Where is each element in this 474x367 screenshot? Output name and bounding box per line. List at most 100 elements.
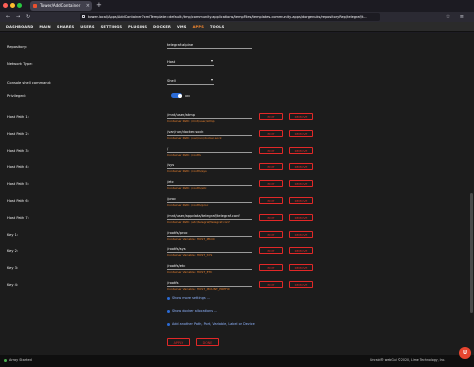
apply-button[interactable]: APPLY — [167, 338, 190, 346]
show-docker-text: Show docker allocations ... — [172, 309, 218, 313]
mapping-value-input[interactable]: /var/run/docker.sock — [167, 129, 252, 136]
nav-plugins[interactable]: PLUGINS — [128, 25, 147, 29]
mapping-label: Host Path 2: — [7, 131, 29, 136]
mapping-value-input[interactable]: /rootfs/sys — [167, 246, 252, 254]
remove-button[interactable]: REMOVE — [289, 264, 313, 272]
copyright-text: Unraid® webGui ©2020, Lime Technology, I… — [370, 358, 446, 362]
edit-button[interactable]: EDIT — [259, 146, 283, 154]
network-type-label: Network Type: — [7, 62, 33, 66]
unraid-logo-icon[interactable]: U — [459, 347, 471, 359]
close-window-icon[interactable] — [3, 3, 8, 8]
mapping-hint: Container Variable: HOST_ETC — [167, 270, 213, 275]
show-docker-allocations-link[interactable]: Show docker allocations ... — [167, 309, 217, 313]
chevron-down-icon — [211, 60, 213, 62]
minimize-window-icon[interactable] — [10, 3, 15, 8]
privileged-toggle[interactable] — [171, 93, 182, 98]
mapping-value-input[interactable]: /mnt/user/appdata/telegraf/telegraf.conf — [167, 213, 252, 220]
remove-button[interactable]: REMOVE — [289, 281, 313, 288]
address-bar[interactable]: tower.local/Apps/AddContainer?xmlTemplat… — [80, 13, 380, 21]
remove-button[interactable]: REMOVE — [289, 113, 313, 120]
edit-button[interactable]: EDIT — [259, 197, 283, 204]
scrollbar-thumb[interactable] — [470, 193, 473, 313]
edit-button[interactable]: EDIT — [259, 180, 283, 188]
maximize-window-icon[interactable] — [17, 3, 22, 8]
remove-button[interactable]: REMOVE — [289, 129, 313, 137]
edit-button[interactable]: EDIT — [259, 281, 283, 288]
show-more-text: Show more settings ... — [172, 296, 210, 300]
edit-button[interactable]: EDIT — [259, 264, 283, 272]
repository-input[interactable]: telegraf:alpine — [167, 42, 252, 49]
toggle-knob — [177, 93, 182, 98]
reload-icon[interactable]: ↻ — [26, 13, 30, 21]
mapping-value-input[interactable]: /rootfs — [167, 280, 252, 287]
edit-button[interactable]: EDIT — [259, 247, 283, 255]
mapping-label: Key 3: — [7, 266, 19, 271]
nav-settings[interactable]: SETTINGS — [101, 25, 123, 29]
browser-toolbar: ← → ↻ tower.local/Apps/AddContainer?xmlT… — [0, 12, 474, 22]
back-icon[interactable]: ← — [6, 13, 10, 21]
nav-apps[interactable]: APPS — [193, 25, 204, 29]
edit-button[interactable]: EDIT — [259, 213, 283, 221]
mapping-value-input[interactable]: /sys — [167, 162, 252, 170]
console-shell-value: Shell — [167, 79, 176, 83]
privileged-state: ON — [185, 94, 190, 98]
mapping-label: Key 1: — [7, 232, 19, 237]
network-type-select[interactable]: Host — [167, 59, 214, 66]
edit-button[interactable]: EDIT — [259, 230, 283, 238]
remove-button[interactable]: REMOVE — [289, 213, 313, 221]
nav-vms[interactable]: VMS — [177, 25, 187, 29]
mapping-label: Host Path 3: — [7, 148, 29, 153]
mapping-hint: Container Path: /rootfs/proc — [167, 203, 209, 207]
mapping-value-input[interactable]: /rootfs/proc — [167, 230, 252, 237]
plus-icon — [167, 322, 170, 326]
chevron-down-icon — [211, 79, 213, 81]
mapping-hint: Container Path: /rootfs/etc — [167, 186, 207, 191]
browser-menu-icon[interactable]: ☆ ≡ — [446, 13, 468, 21]
mapping-hint: Container Variable: HOST_SYS — [167, 253, 213, 258]
add-another-link[interactable]: Add another Path, Port, Variable, Label … — [167, 322, 255, 326]
nav-shares[interactable]: SHARES — [57, 25, 74, 29]
remove-button[interactable]: REMOVE — [289, 146, 313, 154]
nav-tools[interactable]: TOOLS — [210, 25, 224, 29]
nav-docker[interactable]: DOCKER — [153, 25, 171, 29]
remove-button[interactable]: REMOVE — [289, 197, 313, 204]
new-tab-icon[interactable]: + — [96, 1, 102, 10]
mapping-value-input[interactable]: / — [167, 146, 252, 153]
mapping-value-input[interactable]: /mnt/user/atmp — [167, 112, 252, 119]
mapping-label: Host Path 7: — [7, 215, 29, 220]
remove-button[interactable]: REMOVE — [289, 163, 313, 171]
close-tab-icon[interactable]: × — [86, 1, 90, 11]
mapping-value-input[interactable]: /etc — [167, 179, 252, 187]
nav-main[interactable]: MAIN — [39, 25, 51, 29]
expand-icon — [167, 309, 170, 313]
mapping-hint: Container Path: /rootfs/sys — [167, 169, 207, 174]
array-status: Array Started — [4, 358, 32, 362]
console-shell-select[interactable]: Shell — [167, 78, 214, 85]
add-container-form: Repository: telegraf:alpine Network Type… — [0, 33, 474, 355]
edit-button[interactable]: EDIT — [259, 113, 283, 120]
mapping-label: Host Path 1: — [7, 115, 29, 119]
mapping-hint: Container Path: /etc/telegraf/telegraf.c… — [167, 219, 230, 224]
remove-button[interactable]: REMOVE — [289, 230, 313, 238]
edit-button[interactable]: EDIT — [259, 129, 283, 137]
lock-icon — [82, 15, 85, 18]
page-scrollbar[interactable] — [469, 33, 474, 355]
nav-users[interactable]: USERS — [80, 25, 94, 29]
console-shell-label: Console shell command: — [7, 81, 52, 85]
mapping-value-input[interactable]: /rootfs/etc — [167, 263, 252, 271]
remove-button[interactable]: REMOVE — [289, 247, 313, 255]
done-button[interactable]: DONE — [196, 338, 219, 346]
mapping-label: Host Path 4: — [7, 165, 29, 170]
window-controls — [3, 3, 22, 8]
nav-dashboard[interactable]: DASHBOARD — [6, 25, 33, 29]
mapping-value-input[interactable]: /proc — [167, 196, 252, 203]
mapping-hint: Container Variable: HOST_MOUNT_PREFIX — [167, 287, 230, 291]
show-more-settings-link[interactable]: Show more settings ... — [167, 296, 210, 300]
forward-icon[interactable]: → — [16, 13, 20, 21]
remove-button[interactable]: REMOVE — [289, 180, 313, 188]
array-status-text: Array Started — [9, 358, 32, 362]
tab-title: Tower/AddContainer — [40, 3, 81, 8]
edit-button[interactable]: EDIT — [259, 163, 283, 171]
browser-tab[interactable]: Tower/AddContainer × — [30, 1, 92, 11]
network-type-value: Host — [167, 60, 176, 64]
